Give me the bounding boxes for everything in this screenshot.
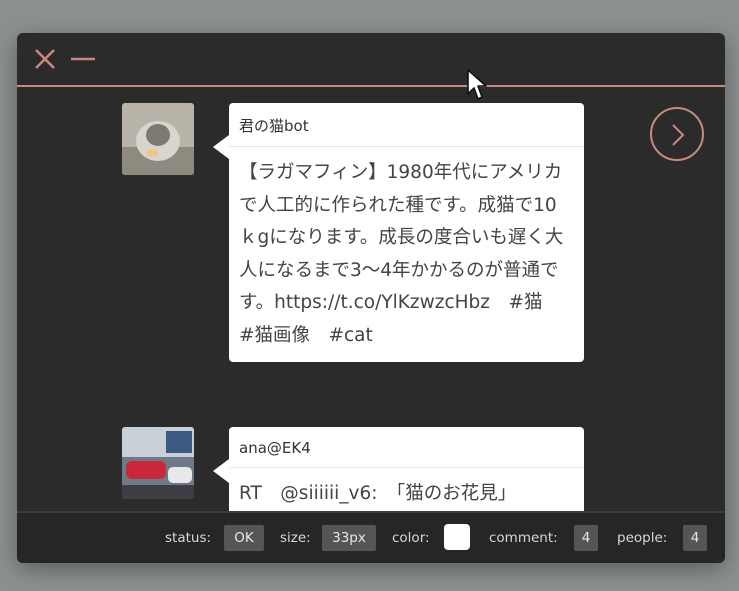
size-label: size: <box>280 530 311 546</box>
chevron-right-icon <box>672 124 685 146</box>
status-value: OK <box>224 525 264 551</box>
size-value: 33px <box>322 525 376 551</box>
comment-bubble: ana@EK4 RT @siiiiii_v6: 「猫のお花見」 <box>213 427 584 511</box>
minimize-icon[interactable] <box>69 45 97 73</box>
next-button[interactable] <box>650 107 704 161</box>
comment-viewer-window: 君の猫bot 【ラガマフィン】1980年代にアメリカで人工的に作られた種です。成… <box>17 33 725 563</box>
title-bar[interactable] <box>17 33 725 87</box>
avatar[interactable] <box>122 427 194 499</box>
status-label: status: <box>165 530 212 546</box>
comment-bubble: 君の猫bot 【ラガマフィン】1980年代にアメリカで人工的に作られた種です。成… <box>213 103 584 362</box>
comment-text: RT @siiiiii_v6: 「猫のお花見」 <box>239 483 517 504</box>
color-label: color: <box>392 530 430 546</box>
comment-count: 4 <box>574 525 598 551</box>
comment-label: comment: <box>489 530 558 546</box>
people-label: people: <box>617 530 668 546</box>
color-swatch[interactable] <box>444 524 470 550</box>
comment-author: 君の猫bot <box>229 103 584 147</box>
avatar[interactable] <box>122 103 194 175</box>
mouse-cursor-icon <box>466 68 488 106</box>
comment-text: 【ラガマフィン】1980年代にアメリカで人工的に作られた種です。成猫で10ｋgに… <box>239 162 564 346</box>
comment-author: ana@EK4 <box>229 427 584 468</box>
people-count: 4 <box>683 525 707 551</box>
comment-feed[interactable]: 君の猫bot 【ラガマフィン】1980年代にアメリカで人工的に作られた種です。成… <box>17 87 725 511</box>
close-icon[interactable] <box>31 45 59 73</box>
status-bar: status: OK size: 33px color: comment: 4 … <box>17 511 725 563</box>
